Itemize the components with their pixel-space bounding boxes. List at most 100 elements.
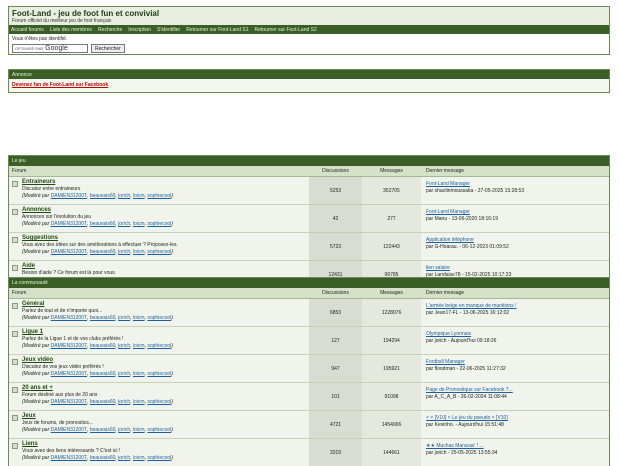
nav-login-link[interactable]: S'identifier [157, 27, 180, 33]
last-topic-link[interactable]: Application téléphone [426, 237, 604, 244]
forum-name-link[interactable]: Jeux vidéo [22, 357, 173, 364]
last-topic-link[interactable]: L'armée belge en manque de munitions ! [426, 303, 604, 310]
nav-members-link[interactable]: Liste des membres [50, 27, 92, 33]
messages-count: 144661 [362, 439, 421, 466]
moderator-link[interactable]: loicm [133, 221, 145, 227]
moderator-link[interactable]: beauvais60 [90, 399, 116, 405]
discussions-count: 947 [309, 355, 362, 382]
forum-name-link[interactable]: 20 ans et + [22, 385, 173, 392]
last-message-cell: ★★ Muchas Maracas' ! ... par jorich - 25-… [421, 439, 609, 466]
last-topic-link[interactable]: ★★ Muchas Maracas' ! ... [426, 443, 604, 450]
moderator-link[interactable]: jorich [118, 221, 130, 227]
nav-search-link[interactable]: Recherche [98, 27, 122, 33]
discussions-count: 5723 [309, 233, 362, 260]
moderator-link[interactable]: sophiecool [147, 399, 171, 405]
moderator-link[interactable]: DAMIEN31200T [51, 455, 87, 461]
moderator-link[interactable]: loicm [133, 249, 145, 255]
moderators-label: (Modéré par [22, 427, 50, 433]
last-topic-link[interactable]: Foot-Land Manager [426, 181, 604, 188]
forum-name-link[interactable]: Jeux [22, 413, 173, 420]
moderator-link[interactable]: sophiecool [147, 343, 171, 349]
nav-home-link[interactable]: Accueil forums [11, 27, 44, 33]
forum-cell: Jeux Jeux de forums, de pronostics... (Mod… [9, 411, 309, 438]
forum-cell: Suggestions Vous avez des idées sur des a… [9, 233, 309, 260]
forum-name-link[interactable]: Aide [22, 263, 173, 270]
moderator-link[interactable]: loicm [133, 371, 145, 377]
moderators-end: ) [171, 249, 173, 255]
nav-s1-link[interactable]: Retourner sur Foot-Land S1 [186, 27, 248, 33]
last-topic-link[interactable]: lien salaire [426, 265, 604, 272]
moderator-link[interactable]: sophiecool [147, 315, 171, 321]
discussions-count: 127 [309, 327, 362, 354]
moderator-link[interactable]: sophiecool [147, 221, 171, 227]
facebook-link[interactable]: Devenez fan de Foot-Land sur Facebook [12, 82, 108, 88]
moderator-link[interactable]: sophiecool [147, 371, 171, 377]
moderator-link[interactable]: DAMIEN31200T [51, 371, 87, 377]
forum-name-link[interactable]: Suggestions [22, 235, 178, 242]
moderator-link[interactable]: jorich [118, 455, 130, 461]
moderator-link[interactable]: DAMIEN31200T [51, 427, 87, 433]
search-input[interactable]: OPTIMISÉ PAR Google [12, 44, 88, 53]
moderator-link[interactable]: jorich [118, 193, 130, 199]
moderator-link[interactable]: DAMIEN31200T [51, 221, 87, 227]
last-topic-link[interactable]: × × [V10] × Le jeu du pseudo × [V10] [426, 415, 604, 422]
moderator-link[interactable]: sophiecool [147, 455, 171, 461]
col-messages: Messages [380, 290, 403, 296]
moderator-link[interactable]: loicm [133, 193, 145, 199]
moderator-link[interactable]: loicm [133, 427, 145, 433]
forum-name-link[interactable]: Liens [22, 441, 173, 448]
moderator-link[interactable]: jorich [118, 343, 130, 349]
site-subtitle: Forum officiel du meilleur jeu de foot f… [12, 18, 112, 24]
moderator-link[interactable]: DAMIEN31200T [51, 343, 87, 349]
moderator-link[interactable]: beauvais60 [90, 371, 116, 377]
last-topic-link[interactable]: Olympique Lyonnais [426, 331, 604, 338]
moderator-link[interactable]: beauvais60 [90, 343, 116, 349]
forum-moderators: (Modéré par DAMIEN31200T, beauvais60, jo… [22, 193, 173, 199]
nav-s2-link[interactable]: Retourner sur Foot-Land S2 [255, 27, 317, 33]
search-button[interactable]: Rechercher [91, 44, 125, 53]
forum-text: Suggestions Vous avez des idées sur des a… [22, 235, 178, 258]
messages-count: 195921 [362, 355, 421, 382]
forum-name-link[interactable]: Entraineurs [22, 179, 173, 186]
moderator-link[interactable]: beauvais60 [90, 249, 116, 255]
moderator-link[interactable]: beauvais60 [90, 221, 116, 227]
nav-register-link[interactable]: Inscription [128, 27, 151, 33]
moderator-link[interactable]: DAMIEN31200T [51, 315, 87, 321]
last-message-cell: L'armée belge en manque de munitions ! pa… [421, 299, 609, 326]
moderator-link[interactable]: loicm [133, 315, 145, 321]
messages-count: 1454006 [362, 411, 421, 438]
forum-moderators: (Modéré par DAMIEN31200T, beauvais60, jo… [22, 455, 173, 461]
last-topic-link[interactable]: Football Manager [426, 359, 604, 366]
forum-name-link[interactable]: Annonces [22, 207, 173, 214]
moderator-link[interactable]: loicm [133, 399, 145, 405]
moderator-link[interactable]: DAMIEN31200T [51, 399, 87, 405]
messages-count: 352705 [362, 177, 421, 204]
moderator-link[interactable]: loicm [133, 455, 145, 461]
moderator-link[interactable]: jorich [118, 315, 130, 321]
moderator-link[interactable]: sophiecool [147, 249, 171, 255]
moderator-link[interactable]: jorich [118, 399, 130, 405]
last-topic-link[interactable]: Foot-Land Manager [426, 209, 604, 216]
messages-count: 122443 [362, 233, 421, 260]
moderator-link[interactable]: sophiecool [147, 427, 171, 433]
moderator-link[interactable]: jorich [118, 427, 130, 433]
moderator-link[interactable]: jorich [118, 371, 130, 377]
moderator-link[interactable]: beauvais60 [90, 455, 116, 461]
moderator-link[interactable]: beauvais60 [90, 193, 116, 199]
moderator-link[interactable]: beauvais60 [90, 315, 116, 321]
col-last-message: Dernier message [426, 168, 465, 174]
forum-name-link[interactable]: Général [22, 301, 173, 308]
moderator-link[interactable]: jorich [118, 249, 130, 255]
moderator-link[interactable]: DAMIEN31200T [51, 249, 87, 255]
moderator-link[interactable]: DAMIEN31200T [51, 193, 87, 199]
moderator-link[interactable]: sophiecool [147, 193, 171, 199]
moderators-end: ) [171, 193, 173, 199]
moderator-link[interactable]: beauvais60 [90, 427, 116, 433]
last-topic-link[interactable]: Page de Pronostique sur Facebook ?... [426, 387, 604, 394]
moderator-link[interactable]: loicm [133, 343, 145, 349]
discussions-count: 42 [309, 205, 362, 232]
forum-description: Discutez entre entraineurs [22, 186, 81, 192]
forum-text: Annonces Annonces sur l'évolution du jeu(… [22, 207, 173, 230]
moderators-end: ) [171, 399, 173, 405]
forum-name-link[interactable]: Ligue 1 [22, 329, 173, 336]
